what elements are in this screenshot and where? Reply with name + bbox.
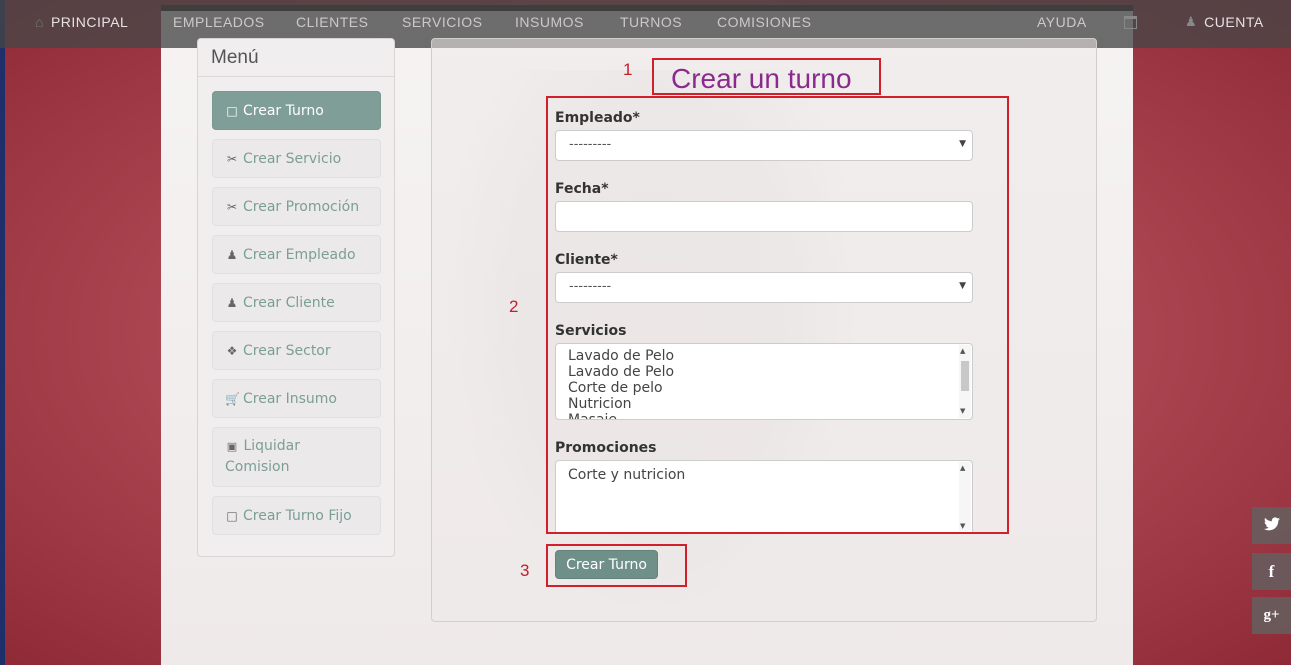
nav-ayuda[interactable]: AYUDA <box>1037 12 1087 32</box>
menu-item-crear-sector[interactable]: ❖ Crear Sector <box>212 331 381 370</box>
user-icon: ♟ <box>1185 14 1198 29</box>
nav-comisiones[interactable]: COMISIONES <box>717 12 811 32</box>
google-plus-icon: g+ <box>1263 607 1280 623</box>
select-value: --------- <box>569 137 612 152</box>
empleado-select[interactable]: --------- ▼ <box>555 130 973 161</box>
user-icon: ♟ <box>226 295 238 310</box>
menu-item-label: Crear Cliente <box>243 294 335 311</box>
nav-label: CLIENTES <box>296 14 369 30</box>
empleado-label: Empleado* <box>555 110 640 126</box>
list-option[interactable]: Corte y nutricion <box>568 467 960 483</box>
scroll-down-icon[interactable]: ▼ <box>960 522 965 530</box>
nav-cuenta[interactable]: ♟ CUENTA <box>1185 12 1264 32</box>
menu-item-label: Crear Servicio <box>243 150 342 167</box>
fecha-label: Fecha* <box>555 181 609 197</box>
menu-item-label: Crear Promoción <box>243 198 360 215</box>
promociones-multiselect[interactable]: Corte y nutricion ▲ ▼ <box>555 460 973 532</box>
menu-item-crear-turno-fijo[interactable]: □ Crear Turno Fijo <box>212 496 381 535</box>
nav-label: AYUDA <box>1037 14 1087 30</box>
google-plus-button[interactable]: g+ <box>1252 597 1291 634</box>
menu-item-label: Crear Turno <box>243 102 324 119</box>
facebook-icon: f <box>1268 561 1275 581</box>
scissors-icon: ✂ <box>226 151 238 166</box>
cliente-select[interactable]: --------- ▼ <box>555 272 973 303</box>
facebook-button[interactable]: f <box>1252 553 1291 590</box>
nav-label: CUENTA <box>1204 14 1264 30</box>
calendar-icon <box>1124 15 1137 29</box>
nav-clientes[interactable]: CLIENTES <box>296 12 368 32</box>
calendar-icon: □ <box>226 103 238 118</box>
money-icon: ▣ <box>226 440 238 453</box>
crear-turno-button[interactable]: Crear Turno <box>555 550 658 579</box>
menu-item-label: Crear Turno Fijo <box>243 507 352 524</box>
twitter-icon <box>1263 516 1280 536</box>
scroll-down-icon[interactable]: ▼ <box>960 407 965 415</box>
nav-insumos[interactable]: INSUMOS <box>515 12 584 32</box>
nav-empleados[interactable]: EMPLEADOS <box>173 12 265 32</box>
list-option[interactable]: Lavado de Pelo <box>568 364 960 380</box>
list-option[interactable]: Lavado de Pelo <box>568 348 960 364</box>
page-title: Crear un turno <box>671 63 852 94</box>
nav-label: INSUMOS <box>515 14 584 30</box>
servicios-label: Servicios <box>555 323 627 339</box>
menu-item-label: Crear Empleado <box>243 246 356 263</box>
scrollbar[interactable]: ▲ ▼ <box>959 345 971 418</box>
dropdown-arrow-icon: ▼ <box>959 281 966 291</box>
window-edge <box>0 0 5 665</box>
list-option[interactable]: Masaje <box>568 412 960 419</box>
scissors-icon: ✂ <box>226 199 238 214</box>
select-value: --------- <box>569 279 612 294</box>
scrollbar-thumb[interactable] <box>961 361 969 391</box>
nav-label: SERVICIOS <box>402 14 483 30</box>
tags-icon: ❖ <box>226 343 238 358</box>
fecha-input[interactable] <box>555 201 973 232</box>
scroll-up-icon[interactable]: ▲ <box>960 464 965 472</box>
cart-icon: 🛒 <box>225 391 240 406</box>
menu-item-crear-servicio[interactable]: ✂ Crear Servicio <box>212 139 381 178</box>
cliente-label: Cliente* <box>555 252 618 268</box>
nav-principal[interactable]: ⌂ PRINCIPAL <box>35 12 128 32</box>
annotation-number: 1 <box>623 60 633 79</box>
menu-title: Menú <box>198 39 394 77</box>
home-icon: ⌂ <box>35 14 44 30</box>
menu-item-liquidar-comision[interactable]: ▣ Liquidar Comision <box>212 427 381 487</box>
side-menu: Menú □ Crear Turno ✂ Crear Servicio ✂ Cr… <box>197 38 395 557</box>
servicios-multiselect[interactable]: Lavado de Pelo Lavado de Pelo Corte de p… <box>555 343 973 420</box>
menu-item-label: Crear Sector <box>243 342 331 359</box>
nav-label: TURNOS <box>620 14 683 30</box>
menu-item-crear-empleado[interactable]: ♟ Crear Empleado <box>212 235 381 274</box>
nav-label: COMISIONES <box>717 14 812 30</box>
nav-label: EMPLEADOS <box>173 14 265 30</box>
user-icon: ♟ <box>226 247 238 262</box>
nav-label: PRINCIPAL <box>50 14 129 30</box>
menu-item-crear-turno[interactable]: □ Crear Turno <box>212 91 381 130</box>
promociones-label: Promociones <box>555 440 657 456</box>
scrollbar[interactable]: ▲ ▼ <box>959 462 971 531</box>
nav-calendar[interactable] <box>1124 12 1137 32</box>
menu-item-label: Crear Insumo <box>243 390 337 407</box>
menu-item-crear-promocion[interactable]: ✂ Crear Promoción <box>212 187 381 226</box>
scroll-up-icon[interactable]: ▲ <box>960 347 965 355</box>
list-option[interactable]: Corte de pelo <box>568 380 960 396</box>
list-option[interactable]: Nutricion <box>568 396 960 412</box>
annotation-number: 2 <box>509 297 519 316</box>
nav-servicios[interactable]: SERVICIOS <box>402 12 483 32</box>
dropdown-arrow-icon: ▼ <box>959 139 966 149</box>
twitter-button[interactable] <box>1252 507 1291 544</box>
menu-item-crear-cliente[interactable]: ♟ Crear Cliente <box>212 283 381 322</box>
nav-turnos[interactable]: TURNOS <box>620 12 682 32</box>
calendar-icon: □ <box>226 508 238 523</box>
menu-item-crear-insumo[interactable]: 🛒 Crear Insumo <box>212 379 381 418</box>
annotation-number: 3 <box>520 561 530 580</box>
